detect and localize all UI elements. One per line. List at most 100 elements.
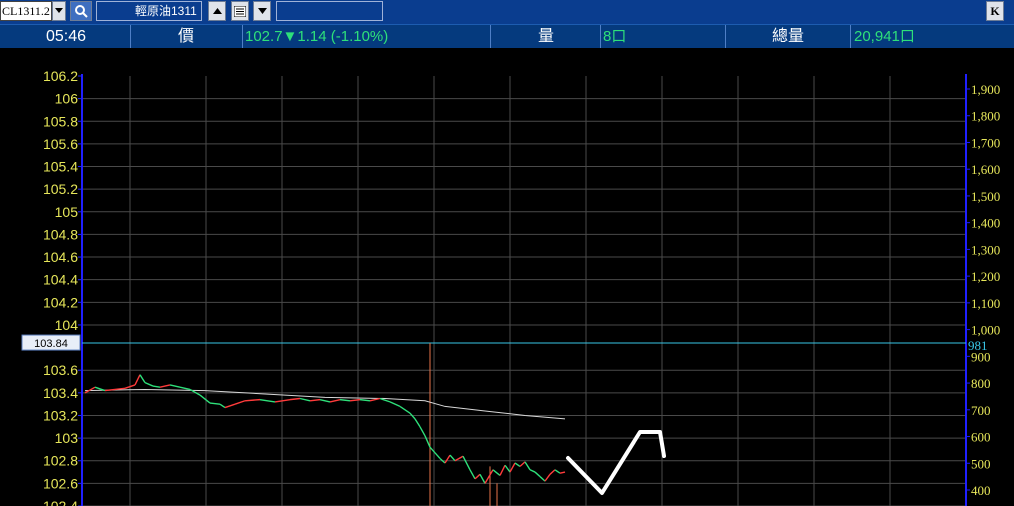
y-left-tick-label: 102.8 — [43, 453, 78, 469]
y-left-tick-label: 105.2 — [43, 181, 78, 197]
symbol-dropdown-button[interactable] — [52, 1, 66, 21]
total-volume-label: 總量 — [772, 28, 805, 45]
y-right-tick-label: 1,400 — [971, 216, 1000, 231]
price-segment — [259, 398, 276, 403]
y-right-tick-label: 400 — [971, 483, 991, 498]
price-segment — [449, 454, 456, 462]
intraday-chart[interactable]: 106.2 106 105.8 105.6 105.4 105.2 105 104.8 104.… — [0, 48, 1014, 506]
price-segment — [492, 469, 501, 476]
y-left-tick-label: 105.4 — [43, 159, 78, 175]
price-segment — [219, 403, 226, 409]
price-segment — [369, 397, 381, 402]
price-segment — [549, 469, 556, 475]
prev-contract-button[interactable] — [208, 1, 226, 21]
quote-separator — [490, 25, 491, 48]
price-segment — [139, 374, 146, 384]
y-left-tick-label: 104 — [55, 317, 79, 333]
total-volume-value: 20,941口 — [854, 28, 915, 45]
price-segment — [434, 452, 441, 459]
price-label: 價 — [178, 28, 195, 45]
next-contract-button[interactable] — [253, 1, 271, 21]
price-segment — [424, 435, 431, 448]
price-segment — [479, 473, 486, 484]
quote-separator — [242, 25, 243, 48]
y-right-tick-label: 1,700 — [971, 135, 1000, 150]
price-segment — [244, 398, 261, 402]
y-right-tick-label: 1,600 — [971, 162, 1000, 177]
price-segment — [539, 476, 546, 482]
volume-value: 8口 — [603, 28, 627, 45]
volume-label: 量 — [538, 28, 555, 45]
price-segment — [419, 426, 426, 437]
price-segment — [179, 386, 191, 391]
price-segment — [152, 385, 161, 388]
price-segment — [159, 384, 171, 388]
y-right-tick-label: 1,200 — [971, 269, 1000, 284]
price-segment — [289, 397, 301, 401]
y-left-tick-label: 102.4 — [43, 498, 78, 506]
quote-separator — [725, 25, 726, 48]
price-segment — [504, 464, 511, 473]
y-right-tick-label: 600 — [971, 430, 991, 445]
y-left-tick-label: 105.8 — [43, 113, 78, 129]
y-right-tick-label: 1,100 — [971, 296, 1000, 311]
y-left-tick-label: 106.2 — [43, 68, 78, 84]
price-segment — [499, 464, 506, 476]
quote-separator — [130, 25, 131, 48]
price-segment — [534, 471, 541, 478]
price-segment — [359, 398, 371, 402]
toolbar: CL1311.2 輕原油1311 K — [0, 0, 1014, 24]
y-left-tick-label: 104.8 — [43, 226, 78, 242]
price-segment — [339, 398, 351, 402]
price-segment — [474, 473, 481, 480]
contract-name-field: 輕原油1311 — [96, 1, 202, 21]
y-left-tick-label: 103 — [55, 430, 79, 446]
list-button[interactable] — [231, 1, 249, 21]
y-right-tick-label: 500 — [971, 456, 991, 471]
price-segment — [209, 402, 221, 405]
y-left-tick-label: 104.2 — [43, 294, 78, 310]
price-segment — [484, 469, 494, 484]
reference-volume-label: 981 — [968, 338, 988, 353]
price-segment — [169, 384, 181, 388]
price-segment — [509, 462, 516, 473]
symbol-text: CL1311.2 — [2, 4, 50, 18]
y-left-tick-label: 103.2 — [43, 407, 78, 423]
y-left-tick-label: 106 — [55, 91, 79, 107]
quote-bar: 05:46 價 102.7▼1.14 (-1.10%) 量 8口 總量 20,9… — [0, 24, 1014, 48]
price-segment — [559, 471, 566, 474]
average-price-line — [84, 388, 566, 420]
price-segment — [299, 397, 311, 402]
price-segment — [399, 405, 411, 414]
blank-input-field[interactable] — [276, 1, 383, 21]
quote-time: 05:46 — [46, 28, 87, 45]
y-right-tick-label: 700 — [971, 403, 991, 418]
y-left-tick-label: 103.4 — [43, 385, 78, 401]
k-label: K — [990, 3, 1000, 18]
price-value: 102.7▼1.14 (-1.10%) — [245, 28, 389, 45]
price-segment — [544, 473, 551, 482]
price-segment — [454, 455, 464, 462]
symbol-select[interactable]: CL1311.2 — [0, 1, 52, 21]
price-segment — [514, 462, 521, 467]
quote-separator — [600, 25, 601, 48]
list-icon — [234, 5, 246, 17]
contract-name: 輕原油1311 — [135, 4, 197, 18]
price-segment — [144, 382, 154, 387]
y-right-tick-label: 1,900 — [971, 82, 1000, 97]
k-chart-button[interactable]: K — [986, 1, 1004, 21]
y-right-tick-label: 1,000 — [971, 323, 1000, 338]
y-left-tick-label: 104.6 — [43, 249, 78, 265]
down-arrow-icon — [257, 8, 267, 14]
y-left-tick-label: 103.6 — [43, 362, 78, 378]
price-segment — [529, 469, 536, 473]
price-segment — [224, 403, 236, 409]
y-right-tick-label: 1,300 — [971, 242, 1000, 257]
price-segment — [462, 455, 471, 471]
magnifier-icon — [75, 5, 88, 18]
price-segment — [414, 418, 421, 428]
search-button[interactable] — [70, 1, 92, 21]
price-segment — [309, 398, 321, 402]
price-segment — [134, 374, 141, 386]
y-left-tick-label: 105 — [55, 204, 79, 220]
